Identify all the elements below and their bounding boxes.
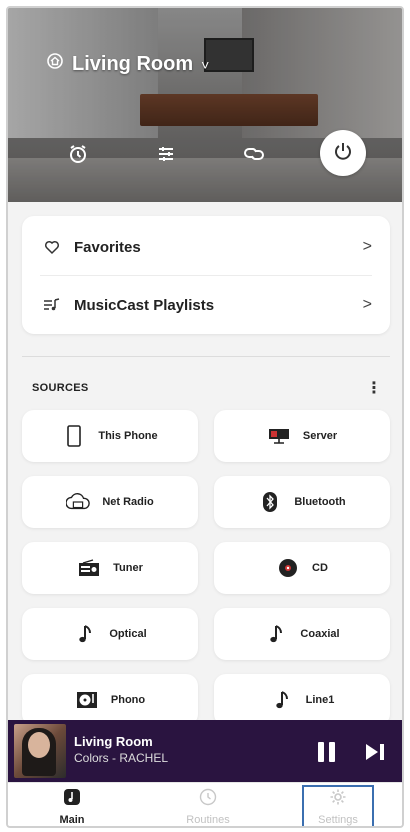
bottom-navigation: Main Routines Settings — [8, 782, 402, 826]
now-playing-info: Living Room Colors - RACHEL — [74, 734, 168, 765]
skip-next-icon — [366, 744, 384, 760]
chevron-right-icon: > — [362, 238, 372, 255]
now-playing-room: Living Room — [74, 734, 153, 749]
now-playing-track: Colors - RACHEL — [74, 751, 169, 765]
room-icon — [46, 52, 64, 76]
music-note-icon — [264, 622, 288, 646]
source-this-phone[interactable]: This Phone — [22, 410, 198, 462]
musiccast-playlists-row[interactable]: MusicCast Playlists > — [22, 276, 390, 334]
alarm-icon — [67, 143, 89, 170]
source-optical[interactable]: Optical — [22, 608, 198, 660]
main-icon — [63, 788, 81, 811]
source-tuner[interactable]: Tuner — [22, 542, 198, 594]
tab-routines[interactable]: Routines — [158, 783, 258, 826]
source-server[interactable]: Server — [214, 410, 390, 462]
net-radio-icon — [66, 490, 91, 514]
pause-icon-bar-left — [318, 742, 324, 762]
source-net-radio[interactable]: Net Radio — [22, 476, 198, 528]
pause-icon-bar-right — [329, 742, 335, 762]
chevron-right-icon: > — [362, 296, 372, 313]
equalizer-icon — [155, 143, 177, 170]
equalizer-button[interactable] — [148, 138, 184, 174]
music-note-icon — [73, 622, 97, 646]
source-line1[interactable]: Line1 — [214, 674, 390, 726]
app-screen: Living Room ˅ Favorites > MusicCast Play… — [6, 6, 404, 828]
chevron-down-icon: ˅ — [201, 57, 210, 73]
next-track-button[interactable] — [364, 742, 386, 762]
link-button[interactable] — [236, 138, 272, 174]
alarm-button[interactable] — [60, 138, 96, 174]
tab-main-label: Main — [59, 814, 85, 826]
musiccast-playlists-label: MusicCast Playlists — [74, 296, 215, 314]
sources-header: SOURCES ⋮ — [32, 378, 382, 398]
bluetooth-icon — [258, 490, 282, 514]
source-phono[interactable]: Phono — [22, 674, 198, 726]
heart-icon — [40, 235, 64, 259]
phone-icon — [62, 424, 86, 448]
tab-main[interactable]: Main — [22, 783, 122, 826]
favorites-label: Favorites — [74, 238, 141, 256]
favorites-card: Favorites > MusicCast Playlists > — [22, 216, 390, 334]
pause-button[interactable] — [318, 742, 340, 762]
music-note-icon — [270, 688, 294, 712]
room-name: Living Room — [72, 52, 194, 75]
link-icon — [242, 143, 266, 170]
power-button[interactable] — [320, 130, 366, 176]
settings-highlight-box — [302, 785, 374, 826]
playlist-icon — [40, 293, 64, 317]
favorites-row[interactable]: Favorites > — [22, 218, 390, 276]
turntable-icon — [75, 688, 99, 712]
source-coaxial[interactable]: Coaxial — [214, 608, 390, 660]
section-divider — [22, 356, 390, 357]
disc-icon — [276, 556, 300, 580]
now-playing-bar[interactable]: Living Room Colors - RACHEL — [8, 720, 402, 782]
routines-icon — [199, 788, 217, 811]
source-cd[interactable]: CD — [214, 542, 390, 594]
server-icon — [267, 424, 291, 448]
album-cover — [14, 724, 66, 778]
sources-title: SOURCES — [32, 382, 89, 394]
room-selector[interactable]: Living Room ˅ — [46, 52, 209, 76]
tab-routines-label: Routines — [186, 814, 230, 826]
more-vertical-icon[interactable]: ⋮ — [366, 378, 382, 398]
radio-tuner-icon — [77, 556, 101, 580]
power-icon — [333, 141, 353, 166]
source-bluetooth[interactable]: Bluetooth — [214, 476, 390, 528]
